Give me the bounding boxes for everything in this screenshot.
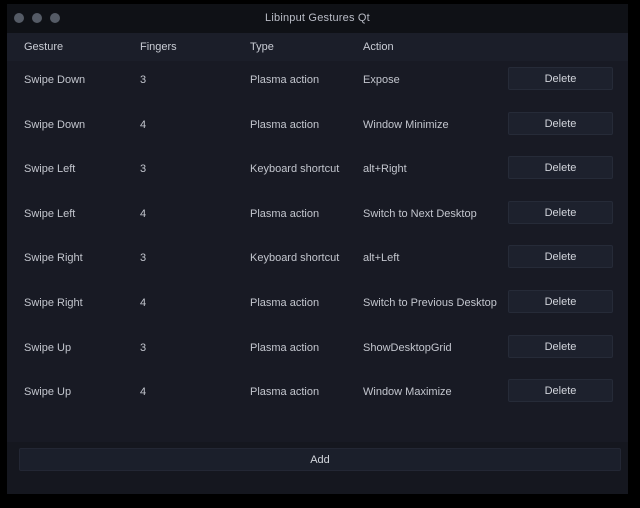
window-title: Libinput Gestures Qt [265, 12, 370, 24]
cell-fingers: 3 [140, 163, 147, 176]
cell-fingers: 4 [140, 297, 147, 309]
column-header-type: Type [250, 41, 274, 53]
column-header-action: Action [363, 41, 394, 53]
table-row: Swipe Right 4 Plasma action Switch to Previ… [7, 284, 628, 329]
delete-button[interactable]: Delete [508, 200, 613, 224]
cell-gesture: Swipe Down [24, 118, 86, 131]
cell-fingers: 4 [140, 207, 147, 220]
cell-fingers: 4 [140, 118, 147, 131]
delete-button[interactable]: Delete [508, 334, 613, 358]
cell-gesture: Swipe Up [24, 386, 72, 399]
cell-action: Window Maximize [363, 386, 452, 399]
add-button[interactable]: Add [19, 448, 621, 471]
cell-fingers: 3 [140, 74, 147, 86]
table-row: Swipe Up 3 Plasma action ShowDesktopGrid Del… [7, 329, 628, 374]
cell-action: Switch to Next Desktop [363, 207, 477, 220]
cell-type: Keyboard shortcut [250, 252, 340, 265]
cell-type: Plasma action [250, 341, 320, 354]
gesture-table-body: Swipe Down 3 Plasma action Expose Delete Swip… [7, 61, 628, 442]
cell-type: Plasma action [250, 297, 320, 309]
delete-button[interactable]: Delete [508, 156, 613, 180]
cell-gesture: Swipe Right [24, 297, 83, 309]
cell-type: Plasma action [250, 118, 320, 131]
table-column-header: Gesture Fingers Type Action [7, 33, 628, 61]
cell-fingers: 3 [140, 341, 147, 354]
cell-action: Expose [363, 74, 400, 86]
cell-gesture: Swipe Left [24, 207, 76, 220]
cell-action: ShowDesktopGrid [363, 341, 452, 354]
table-row: Swipe Left 4 Plasma action Switch to Next D… [7, 195, 628, 240]
cell-gesture: Swipe Down [24, 74, 86, 86]
cell-gesture: Swipe Right [24, 252, 83, 265]
cell-type: Plasma action [250, 207, 320, 220]
delete-button[interactable]: Delete [508, 379, 613, 403]
table-row: Swipe Left 3 Keyboard shortcut alt+Right Del… [7, 150, 628, 195]
delete-button[interactable]: Delete [508, 111, 613, 135]
cell-action: alt+Left [363, 252, 400, 265]
cell-type: Plasma action [250, 386, 320, 399]
cell-type: Keyboard shortcut [250, 163, 340, 176]
cell-action: Switch to Previous Desktop [363, 297, 497, 309]
cell-gesture: Swipe Up [24, 341, 72, 354]
delete-button[interactable]: Delete [508, 67, 613, 90]
table-row: Swipe Up 4 Plasma action Window Maximize Del… [7, 373, 628, 418]
delete-button[interactable]: Delete [508, 245, 613, 269]
cell-type: Plasma action [250, 74, 320, 86]
cell-fingers: 4 [140, 386, 147, 399]
cell-action: alt+Right [363, 163, 407, 176]
app-window: Libinput Gestures Qt Gesture Fingers Typ… [7, 4, 628, 494]
delete-button[interactable]: Delete [508, 290, 613, 313]
column-header-gesture: Gesture [24, 41, 64, 53]
table-row: Swipe Right 3 Keyboard shortcut alt+Left Del… [7, 239, 628, 284]
column-header-fingers: Fingers [140, 41, 177, 53]
cell-action: Window Minimize [363, 118, 449, 131]
footer-bar: Add [7, 442, 628, 494]
title-bar: Libinput Gestures Qt [7, 4, 628, 33]
table-row: Swipe Down 4 Plasma action Window Minimize D… [7, 106, 628, 151]
cell-fingers: 3 [140, 252, 147, 265]
table-row: Swipe Down 3 Plasma action Expose Delete [7, 61, 628, 106]
cell-gesture: Swipe Left [24, 163, 76, 176]
